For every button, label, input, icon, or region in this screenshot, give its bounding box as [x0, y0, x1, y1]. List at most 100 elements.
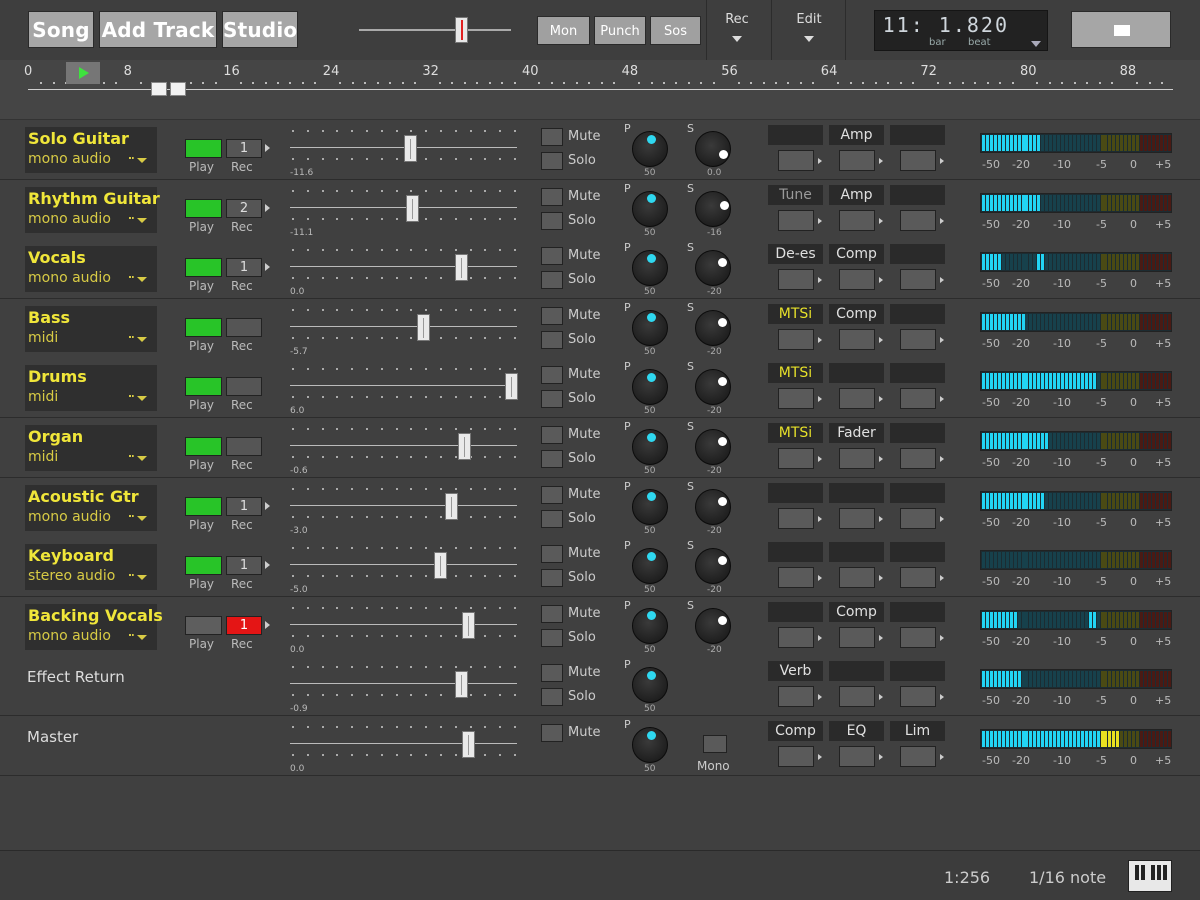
solo-button[interactable]	[541, 628, 563, 647]
solo-button[interactable]	[541, 271, 563, 290]
fx-slot-label[interactable]: Amp	[829, 184, 884, 205]
fx-slot-label[interactable]	[890, 303, 945, 324]
rec-menu[interactable]: Rec	[718, 12, 756, 42]
timeline-ruler[interactable]: 0 8 16 24 32 40 48 56 64 72 80 88	[0, 60, 1200, 120]
volume-fader-handle[interactable]	[444, 492, 458, 520]
track-name-box[interactable]: Keyboard stereo audio	[25, 544, 157, 591]
solo-button[interactable]	[541, 569, 563, 588]
position-display[interactable]: 11: 1.820 bar beat	[874, 10, 1048, 51]
solo-button[interactable]	[541, 509, 563, 528]
song-button[interactable]: Song	[28, 11, 94, 48]
fx-slot-label[interactable]	[768, 542, 823, 563]
send-knob[interactable]	[695, 250, 731, 287]
fx-slot-button[interactable]	[839, 507, 875, 529]
snap-value[interactable]: 1/16 note	[1029, 868, 1106, 887]
fx-slot-label[interactable]: Lim	[890, 721, 945, 741]
studio-button[interactable]: Studio	[222, 11, 298, 48]
fx-slot-button[interactable]	[839, 567, 875, 589]
fx-slot-button[interactable]	[839, 150, 875, 171]
volume-fader-handle[interactable]	[457, 433, 471, 460]
fader-track[interactable]	[290, 266, 517, 268]
fx-slot-label[interactable]	[890, 542, 945, 563]
fx-slot-button[interactable]	[778, 328, 814, 350]
fx-slot-label[interactable]	[890, 601, 945, 622]
pan-knob[interactable]	[632, 607, 668, 644]
add-track-button[interactable]: Add Track	[99, 11, 217, 48]
play-button[interactable]	[66, 62, 100, 84]
send-knob[interactable]	[695, 429, 731, 465]
track-name-box[interactable]: Rhythm Guitar mono audio	[25, 186, 160, 233]
send-knob[interactable]	[695, 548, 731, 585]
rec-input-selector[interactable]: 2	[226, 198, 262, 218]
rec-input-selector[interactable]: 1	[226, 615, 262, 635]
fader-track[interactable]	[290, 743, 517, 744]
fx-slot-label[interactable]: Comp	[829, 244, 884, 265]
fx-slot-label[interactable]	[829, 482, 884, 503]
fx-slot-button[interactable]	[839, 209, 875, 231]
fx-slot-label[interactable]	[890, 244, 945, 265]
fader-track[interactable]	[290, 206, 517, 208]
fx-slot-label[interactable]: MTSi	[768, 303, 823, 324]
send-knob[interactable]	[695, 369, 731, 406]
volume-fader-handle[interactable]	[504, 373, 518, 401]
loop-start-marker[interactable]	[151, 82, 167, 96]
fx-slot-button[interactable]	[900, 507, 936, 529]
fader-track[interactable]	[290, 504, 517, 506]
volume-fader-handle[interactable]	[433, 552, 447, 580]
fx-slot-label[interactable]: MTSi	[768, 423, 823, 443]
fx-slot-button[interactable]	[900, 388, 936, 410]
fader-track[interactable]	[290, 325, 517, 327]
fx-slot-button[interactable]	[778, 567, 814, 589]
fx-slot-label[interactable]	[890, 423, 945, 443]
track-name-box[interactable]: Backing Vocals mono audio	[25, 603, 163, 650]
fx-slot-button[interactable]	[778, 150, 814, 171]
fx-slot-button[interactable]	[900, 567, 936, 589]
fx-slot-label[interactable]: Verb	[768, 661, 823, 682]
fx-slot-button[interactable]	[778, 209, 814, 231]
track-name-box[interactable]: Solo Guitar mono audio	[25, 127, 157, 173]
edit-menu[interactable]: Edit	[790, 12, 828, 42]
fx-slot-label[interactable]: De-es	[768, 244, 823, 265]
fx-slot-label[interactable]	[829, 661, 884, 682]
track-name-box[interactable]: Drums midi	[25, 365, 157, 412]
fx-slot-label[interactable]	[890, 184, 945, 205]
play-toggle[interactable]	[185, 139, 222, 158]
send-knob[interactable]	[695, 190, 731, 227]
pan-knob[interactable]	[632, 369, 668, 406]
solo-button[interactable]	[541, 688, 563, 707]
volume-fader-handle[interactable]	[405, 194, 419, 222]
volume-fader-handle[interactable]	[461, 611, 475, 639]
volume-fader-handle[interactable]	[416, 313, 430, 341]
track-name-box[interactable]: Vocals mono audio	[25, 246, 157, 293]
fx-slot-button[interactable]	[778, 746, 814, 767]
rec-input-selector[interactable]	[226, 437, 262, 456]
fx-slot-button[interactable]	[900, 626, 936, 648]
fader-track[interactable]	[290, 445, 517, 446]
fx-slot-button[interactable]	[839, 626, 875, 648]
play-toggle[interactable]	[185, 317, 222, 337]
fx-slot-button[interactable]	[778, 507, 814, 529]
play-toggle[interactable]	[185, 615, 222, 635]
fx-slot-button[interactable]	[778, 686, 814, 708]
stop-button[interactable]	[1071, 11, 1171, 48]
play-toggle[interactable]	[185, 437, 222, 456]
fx-slot-label[interactable]: MTSi	[768, 363, 823, 384]
sos-button[interactable]: Sos	[650, 16, 701, 45]
fader-track[interactable]	[290, 564, 517, 566]
volume-fader-handle[interactable]	[455, 671, 469, 699]
play-toggle[interactable]	[185, 258, 222, 278]
fx-slot-button[interactable]	[839, 269, 875, 291]
fx-slot-label[interactable]	[829, 363, 884, 384]
track-name-box[interactable]: Bass midi	[25, 305, 157, 352]
piano-keyboard-icon[interactable]	[1128, 860, 1172, 892]
volume-fader-handle[interactable]	[403, 135, 417, 162]
pan-knob[interactable]	[632, 548, 668, 585]
send-knob[interactable]	[695, 309, 731, 346]
mute-button[interactable]	[541, 128, 563, 146]
fx-slot-button[interactable]	[839, 448, 875, 469]
pan-knob[interactable]	[632, 429, 668, 465]
solo-button[interactable]	[541, 390, 563, 409]
fx-slot-label[interactable]	[890, 661, 945, 682]
mute-button[interactable]	[541, 426, 563, 444]
fx-slot-label[interactable]	[768, 125, 823, 145]
